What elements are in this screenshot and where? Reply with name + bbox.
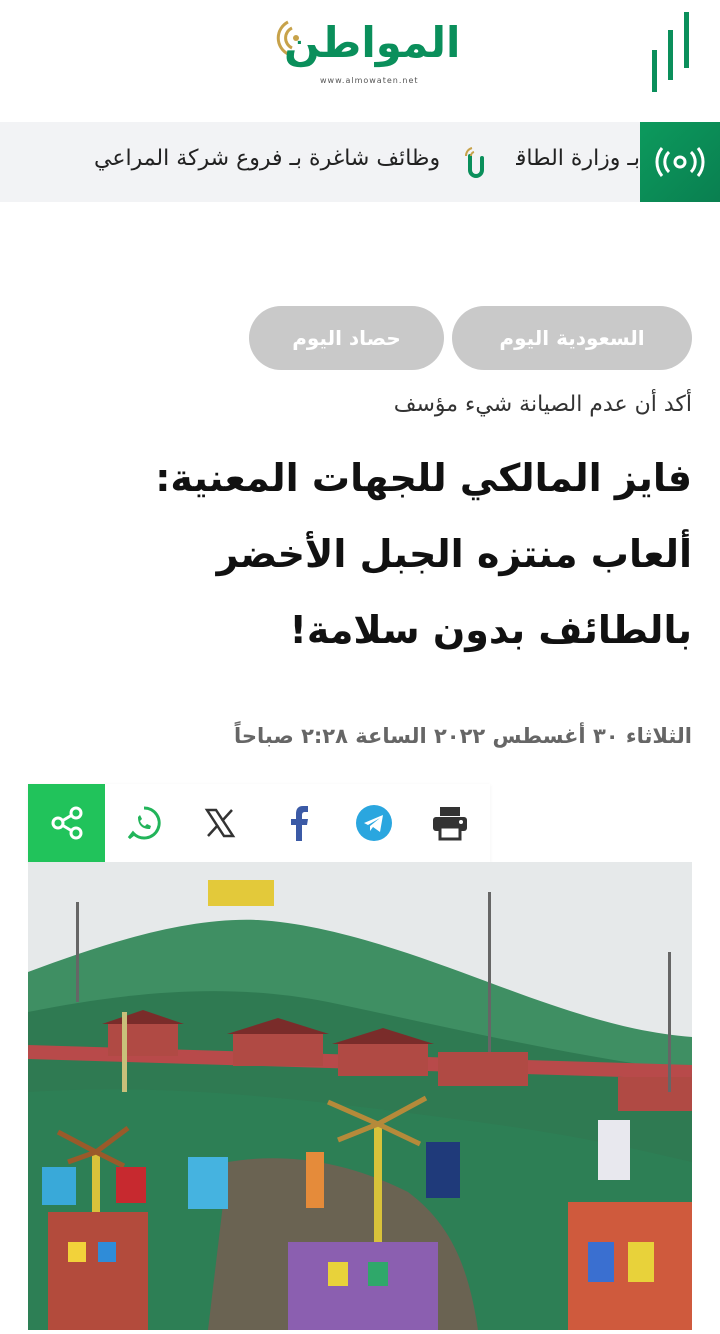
article-subtitle: أكد أن عدم الصيانة شيء مؤسف <box>393 392 692 417</box>
ticker-item[interactable]: وظائف شاغرة بـ فروع شركة المراعي <box>94 146 440 171</box>
logo-text: المواطن <box>284 18 461 67</box>
facebook-icon[interactable] <box>278 803 318 843</box>
share-icon <box>51 806 82 840</box>
news-ticker: وظائف شاغرة بـ فروع شركة المراعي بـ وزار… <box>0 122 720 202</box>
site-logo[interactable]: المواطن www.almowaten.net <box>262 14 462 92</box>
site-header: المواطن www.almowaten.net <box>0 0 720 122</box>
live-badge[interactable] <box>640 122 720 202</box>
ticker-item[interactable]: بـ وزارة الطاقة <box>516 146 640 171</box>
x-icon[interactable] <box>200 803 240 843</box>
category-pill-daily-harvest[interactable]: حصاد اليوم <box>249 306 444 370</box>
category-pill-saudi-today[interactable]: السعودية اليوم <box>452 306 692 370</box>
logo-mark-icon <box>465 147 484 178</box>
article-photo[interactable] <box>28 862 692 1330</box>
telegram-icon[interactable] <box>354 803 394 843</box>
share-button[interactable] <box>28 784 105 862</box>
menu-bars-icon[interactable] <box>650 10 694 94</box>
article-headline: فايز المالكي للجهات المعنية: ألعاب منتزه… <box>155 456 692 652</box>
article-date: الثلاثاء ٣٠ أغسطس ٢٠٢٢ الساعة ٢:٢٨ صباحا… <box>233 724 692 748</box>
park-hill-image <box>28 862 692 1330</box>
whatsapp-icon[interactable] <box>124 803 164 843</box>
broadcast-icon <box>655 147 705 177</box>
print-icon[interactable] <box>430 803 470 843</box>
logo-url: www.almowaten.net <box>320 76 419 85</box>
share-bar <box>28 784 490 862</box>
